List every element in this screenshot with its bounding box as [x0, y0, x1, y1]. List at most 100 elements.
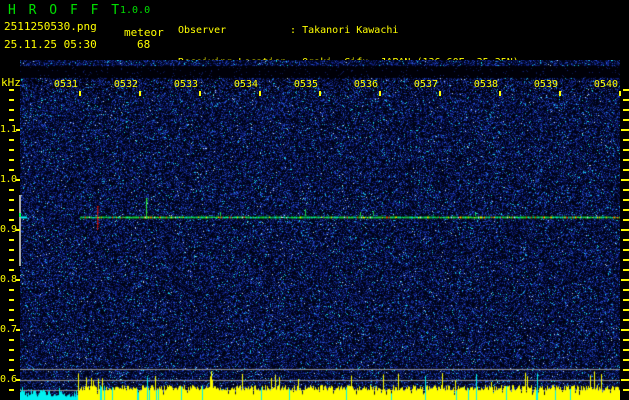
- y-minor-tick: [9, 369, 14, 371]
- y-minor-tick: [9, 219, 14, 221]
- time-tick: [139, 91, 141, 96]
- y-minor-tick: [9, 109, 14, 111]
- right-minor-tick: [623, 389, 629, 391]
- right-minor-tick: [623, 369, 629, 371]
- y-tick-label: 0.9: [0, 224, 17, 235]
- y-minor-tick: [9, 249, 14, 251]
- right-minor-tick: [623, 139, 629, 141]
- info-value: Takanori Kawachi: [302, 24, 399, 36]
- datetime-label: 25.11.25 05:30: [4, 38, 97, 51]
- right-minor-tick: [623, 309, 629, 311]
- right-minor-tick: [623, 289, 629, 291]
- time-tick: [79, 91, 81, 96]
- y-minor-tick: [9, 189, 14, 191]
- y-major-tick: [16, 379, 20, 381]
- right-minor-tick: [623, 99, 629, 101]
- right-major-tick: [621, 379, 629, 381]
- right-minor-tick: [623, 359, 629, 361]
- right-minor-tick: [623, 109, 629, 111]
- y-major-tick: [16, 279, 20, 281]
- right-minor-tick: [623, 169, 629, 171]
- y-minor-tick: [9, 169, 14, 171]
- info-row: Observer: Takanori Kawachi: [178, 24, 519, 37]
- y-minor-tick: [9, 99, 14, 101]
- right-minor-tick: [623, 239, 629, 241]
- right-minor-tick: [623, 199, 629, 201]
- y-major-tick: [16, 129, 20, 131]
- right-major-tick: [621, 179, 629, 181]
- y-minor-tick: [9, 269, 14, 271]
- right-major-tick: [621, 229, 629, 231]
- y-tick-label: 0.6: [0, 374, 17, 385]
- time-tick: [259, 91, 261, 96]
- right-minor-tick: [623, 89, 629, 91]
- y-tick-label: 1.0: [0, 174, 17, 185]
- right-minor-tick: [623, 209, 629, 211]
- app-version: 1.0.0: [120, 5, 151, 16]
- time-label: 0535: [293, 79, 318, 90]
- y-minor-tick: [9, 139, 14, 141]
- right-minor-tick: [623, 319, 629, 321]
- time-label: 0536: [353, 79, 378, 90]
- y-minor-tick: [9, 309, 14, 311]
- time-label: 0533: [173, 79, 198, 90]
- carrier-marker-blip: [19, 213, 21, 217]
- info-label: Observer: [178, 24, 227, 36]
- time-tick: [379, 91, 381, 96]
- y-minor-tick: [9, 199, 14, 201]
- time-tick: [319, 91, 321, 96]
- y-major-tick: [16, 229, 20, 231]
- time-label: 0531: [53, 79, 78, 90]
- right-minor-tick: [623, 159, 629, 161]
- y-minor-tick: [9, 149, 14, 151]
- echo-count: 68: [137, 38, 151, 51]
- right-major-tick: [621, 279, 629, 281]
- time-label: 0539: [533, 79, 558, 90]
- khz-unit-label: kHz: [1, 76, 21, 89]
- right-minor-tick: [623, 249, 629, 251]
- right-minor-tick: [623, 349, 629, 351]
- y-minor-tick: [9, 289, 14, 291]
- time-label: 0537: [413, 79, 438, 90]
- right-minor-tick: [623, 259, 629, 261]
- time-tick: [199, 91, 201, 96]
- spectrogram-canvas: [20, 60, 620, 400]
- y-minor-tick: [9, 159, 14, 161]
- time-tick: [619, 91, 621, 96]
- y-tick-label: 0.7: [0, 324, 17, 335]
- hrofft-screen: H R O F F T 1.0.0 2511250530.png meteor …: [0, 0, 629, 400]
- time-tick: [439, 91, 441, 96]
- time-tick: [559, 91, 561, 96]
- y-minor-tick: [9, 389, 14, 391]
- y-minor-tick: [9, 239, 14, 241]
- y-tick-label: 0.8: [0, 274, 17, 285]
- right-major-tick: [621, 129, 629, 131]
- y-minor-tick: [9, 89, 14, 91]
- y-minor-tick: [9, 259, 14, 261]
- right-minor-tick: [623, 189, 629, 191]
- right-minor-tick: [623, 339, 629, 341]
- y-minor-tick: [9, 209, 14, 211]
- y-minor-tick: [9, 299, 14, 301]
- time-label: 0540: [593, 79, 618, 90]
- y-major-tick: [16, 179, 20, 181]
- time-label: 0538: [473, 79, 498, 90]
- right-minor-tick: [623, 119, 629, 121]
- right-major-tick: [621, 329, 629, 331]
- app-title: H R O F F T: [8, 3, 122, 18]
- y-major-tick: [16, 329, 20, 331]
- time-label: 0534: [233, 79, 258, 90]
- y-minor-tick: [9, 359, 14, 361]
- right-minor-tick: [623, 299, 629, 301]
- right-minor-tick: [623, 219, 629, 221]
- y-minor-tick: [9, 319, 14, 321]
- y-minor-tick: [9, 339, 14, 341]
- filename-label: 2511250530.png: [4, 20, 97, 33]
- y-minor-tick: [9, 119, 14, 121]
- info-colon: :: [290, 24, 297, 36]
- y-minor-tick: [9, 349, 14, 351]
- right-minor-tick: [623, 269, 629, 271]
- time-label: 0532: [113, 79, 138, 90]
- time-tick: [499, 91, 501, 96]
- right-minor-tick: [623, 149, 629, 151]
